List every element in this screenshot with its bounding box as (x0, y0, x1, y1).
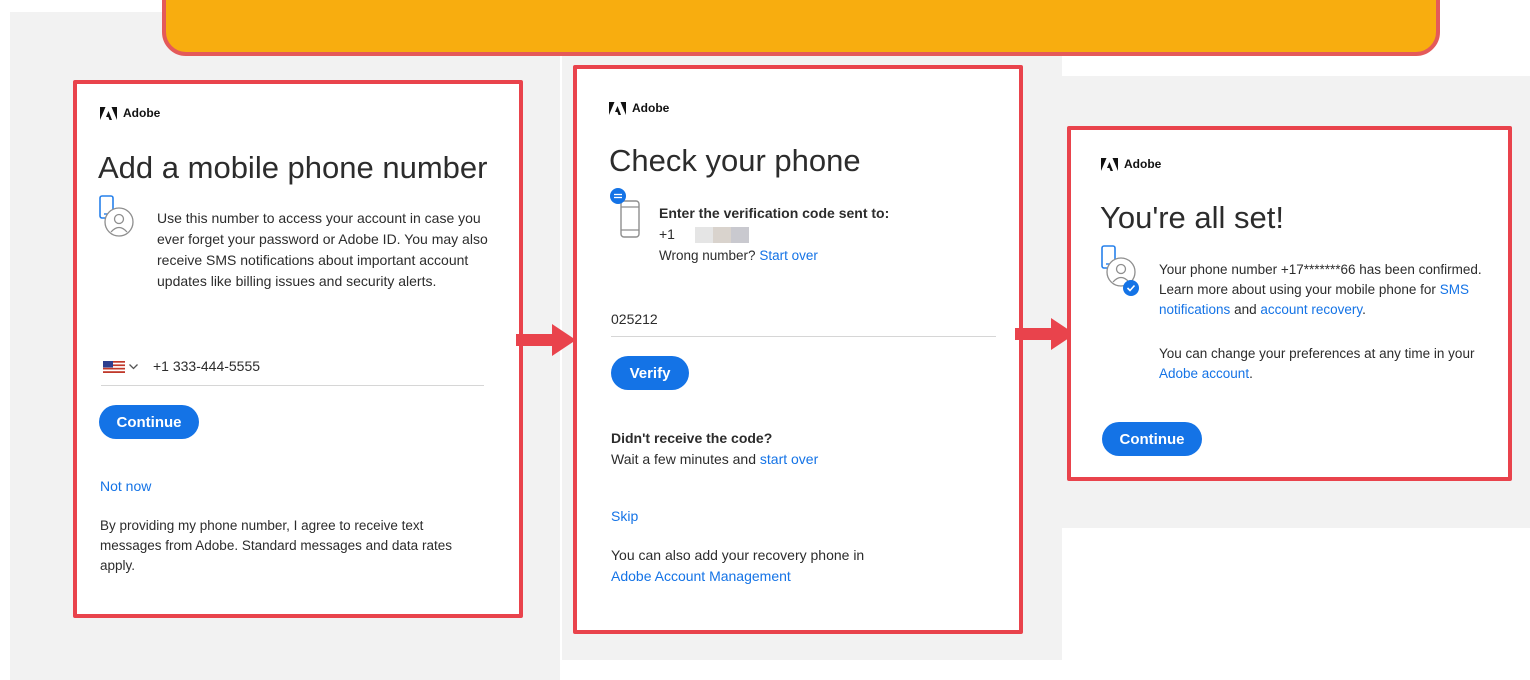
not-now-link[interactable]: Not now (100, 476, 151, 497)
preferences-body: You can change your preferences at any t… (1159, 346, 1475, 361)
adobe-logo-icon (100, 106, 117, 120)
check-phone-card: Adobe Check your phone Enter the verific… (577, 69, 1019, 630)
and-text: and (1234, 302, 1257, 317)
adobe-logo-icon (609, 101, 626, 115)
code-input-underline (611, 336, 996, 337)
start-over-link[interactable]: Start over (759, 248, 818, 263)
account-recovery-link[interactable]: account recovery (1260, 302, 1362, 317)
wrong-number-text: Wrong number? (659, 248, 756, 263)
adobe-logo-text: Adobe (1124, 157, 1162, 171)
period-text: . (1362, 302, 1366, 317)
callout-banner (162, 0, 1440, 56)
redacted-number (694, 226, 749, 244)
wait-row: Wait a few minutes and start over (611, 449, 818, 470)
adobe-logo-text: Adobe (123, 106, 161, 120)
confirmation-body: Your phone number +17*******66 has been … (1159, 262, 1482, 297)
preferences-text: You can change your preferences at any t… (1159, 344, 1494, 384)
skip-link[interactable]: Skip (611, 506, 638, 527)
consent-text: By providing my phone number, I agree to… (100, 518, 452, 573)
us-flag-icon[interactable] (103, 361, 125, 373)
verification-code-input[interactable]: 025212 (611, 309, 658, 330)
phone-number-value[interactable]: +1 333-444-5555 (153, 358, 260, 374)
page-title: Check your phone (609, 143, 861, 178)
continue-button[interactable]: Continue (1102, 422, 1202, 456)
continue-button[interactable]: Continue (99, 405, 199, 439)
adobe-logo-text: Adobe (632, 101, 670, 115)
page-title: You're all set! (1100, 200, 1285, 235)
account-management-link[interactable]: Adobe Account Management (611, 566, 791, 587)
period-text: . (1249, 366, 1253, 381)
adobe-logo: Adobe (1101, 157, 1161, 171)
adobe-account-link[interactable]: Adobe account (1159, 366, 1249, 381)
confirmation-text: Your phone number +17*******66 has been … (1159, 260, 1489, 320)
wrong-number-row: Wrong number? Start over (659, 246, 818, 266)
adobe-logo-icon (1101, 157, 1118, 171)
phone-input[interactable]: +1 333-444-5555 (103, 358, 483, 384)
phone-prefix: +1 (659, 226, 675, 242)
phone-user-check-icon (1101, 245, 1139, 296)
verify-button[interactable]: Verify (611, 356, 689, 390)
phone-message-icon (610, 188, 640, 238)
adobe-logo: Adobe (609, 101, 669, 115)
start-over-link-lower[interactable]: start over (760, 451, 818, 467)
phone-description: Use this number to access your account i… (157, 210, 488, 289)
page-title: Add a mobile phone number (98, 150, 488, 185)
phone-input-underline (101, 385, 484, 386)
chevron-down-icon[interactable] (129, 364, 138, 370)
phone-user-icon (99, 195, 134, 237)
arrow-right-icon (516, 324, 576, 356)
wait-text: Wait a few minutes and (611, 451, 756, 467)
all-set-card: Adobe You're all set! Your phone number … (1071, 130, 1508, 477)
add-phone-card: Adobe Add a mobile phone number Use this… (77, 84, 519, 614)
verification-prompt: Enter the verification code sent to: (659, 205, 890, 221)
recovery-text: You can also add your recovery phone in (611, 547, 865, 563)
sent-phone-number: +1 (659, 224, 749, 245)
didnt-receive-heading: Didn't receive the code? (611, 430, 773, 446)
adobe-logo: Adobe (100, 106, 160, 120)
